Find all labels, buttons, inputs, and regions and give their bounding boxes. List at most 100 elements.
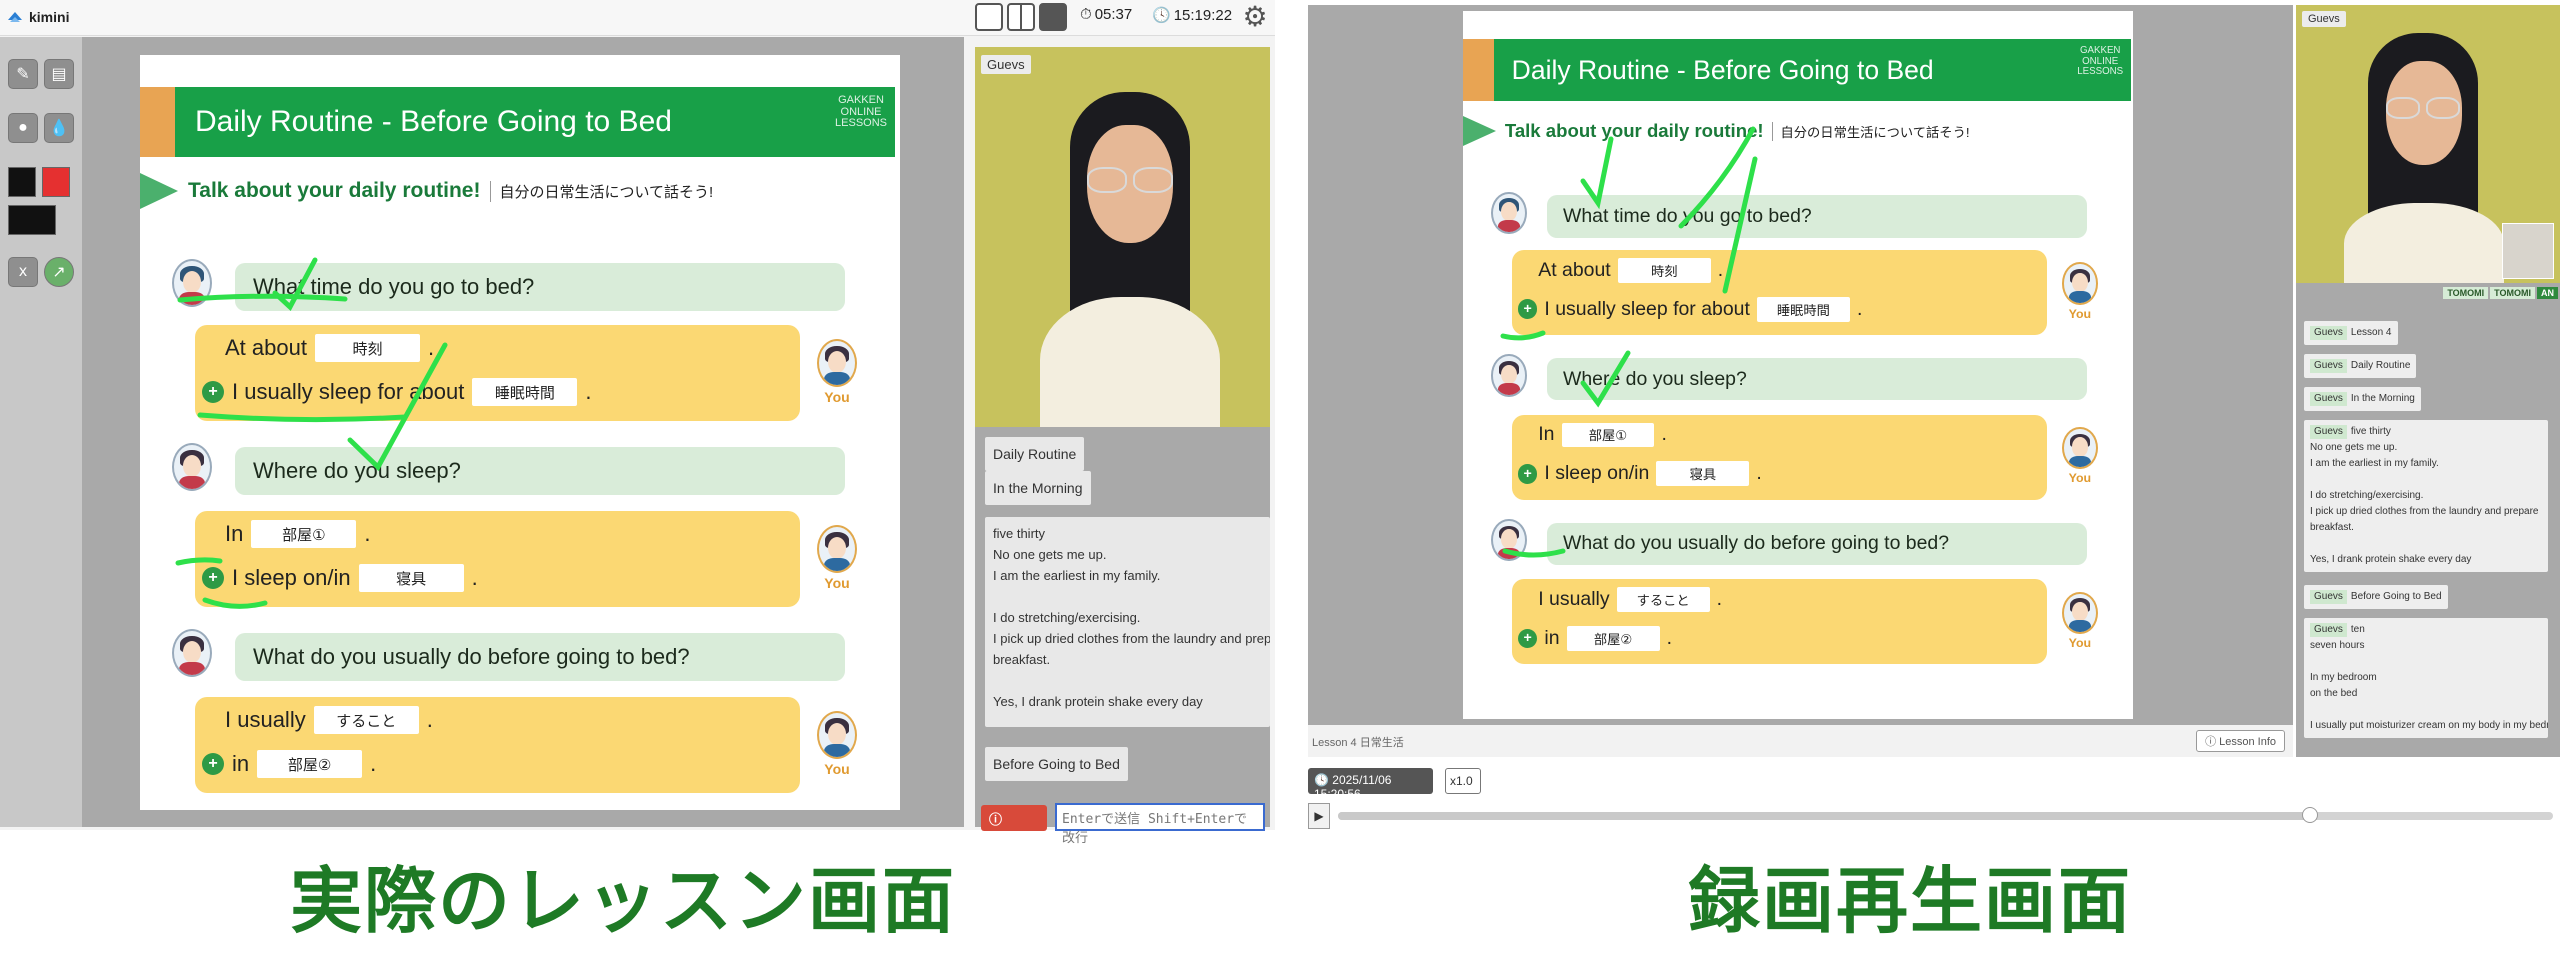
- answer-blank: すること: [313, 706, 419, 734]
- answer-period: .: [1716, 588, 1723, 610]
- gear-icon[interactable]: ⚙: [1240, 2, 1270, 32]
- lesson-header: Daily Routine - Before Going to Bed GAKK…: [1463, 39, 2132, 102]
- chat-input[interactable]: Enterで送信 Shift+Enterで改行: [1055, 803, 1265, 846]
- answer-line: + in 部屋② .: [1517, 623, 1672, 653]
- top-bar: kimini ⏱ 05:37 🕓 15:19:22 ⚙: [0, 0, 1275, 36]
- chat-line: I am the earliest in my family.: [2310, 458, 2439, 469]
- clock-time: 15:19:22: [1173, 6, 1233, 24]
- chat-message: Before Going to Bed: [985, 747, 1128, 781]
- seek-handle[interactable]: [2302, 807, 2318, 823]
- student-avatar: [817, 339, 857, 387]
- answer-period: .: [1856, 297, 1863, 320]
- brandmark-line: LESSONS: [835, 117, 887, 130]
- lesson-page: Daily Routine - Before Going to Bed GAKK…: [140, 55, 900, 810]
- answer-period: .: [1717, 258, 1724, 281]
- student-avatar: [817, 711, 857, 759]
- answer-blank: 時刻: [314, 334, 420, 362]
- person-glasses: [1133, 167, 1173, 193]
- ink-large-icon[interactable]: 💧: [44, 113, 74, 143]
- answer-line: I usually すること .: [225, 703, 433, 737]
- drawing-tool-panel: ✎ ▤ ● 💧 x ↗: [0, 37, 82, 827]
- plus-icon: +: [202, 753, 224, 775]
- marker-tool-button[interactable]: ▤: [44, 59, 74, 89]
- lesson-title-a: Daily Routine: [1511, 54, 1670, 85]
- chat-line: [2310, 702, 2542, 718]
- playback-speed-button[interactable]: x1.0: [1445, 768, 1481, 794]
- question-text: What time do you go to bed?: [253, 274, 535, 299]
- color-picker-dropdown[interactable]: [8, 205, 56, 235]
- chat-sender-tag: Guevs: [2310, 326, 2347, 340]
- pointer-arrow-button[interactable]: ↗: [44, 257, 74, 287]
- lesson-material-area: Daily Routine - Before Going to Bed GAKK…: [1308, 5, 2293, 725]
- seek-progress: [1338, 812, 2310, 820]
- header-bar: Daily Routine - Before Going to Bed GAKK…: [175, 87, 895, 157]
- chat-line: I do stretching/exercising.: [993, 610, 1141, 625]
- lesson-header: Daily Routine - Before Going to Bed GAKK…: [140, 87, 895, 157]
- answer-period: .: [585, 379, 592, 404]
- header-tab: [140, 87, 175, 157]
- header-tab: [1463, 39, 1494, 102]
- answer-text: I sleep on/in: [232, 565, 351, 590]
- chat-line: five thirty: [2350, 426, 2391, 437]
- answer-period: .: [364, 521, 371, 546]
- question-text: What time do you go to bed?: [1562, 204, 1812, 227]
- chat-message: Guevs Before Going to Bed: [2304, 585, 2448, 609]
- teacher-thumbnail: [2502, 223, 2554, 279]
- you-label: You: [2068, 471, 2092, 486]
- chat-line: I do stretching/exercising.: [2310, 490, 2424, 501]
- question-text: What do you usually do before going to b…: [1562, 532, 1950, 555]
- chat-message: Guevs Daily Routine: [2304, 354, 2417, 378]
- seek-bar[interactable]: [1338, 807, 2553, 823]
- brandmark-line: GAKKEN: [838, 94, 884, 106]
- answer-blank: 部屋②: [257, 750, 363, 778]
- color-red-swatch[interactable]: [42, 167, 70, 197]
- chat-line: [2310, 472, 2542, 488]
- answer-blank: 時刻: [1617, 257, 1711, 283]
- recording-playback-screen: Daily Routine - Before Going to Bed GAKK…: [1308, 0, 2560, 835]
- playback-timestamp: 🕓 2025/11/06 15:20:56: [1308, 768, 1433, 801]
- name-tags: TOMOMI TOMOMI AN: [2443, 287, 2558, 299]
- lesson-info-button[interactable]: ⓘ Lesson Info: [2196, 730, 2285, 752]
- answer-period: .: [1756, 462, 1762, 485]
- clear-button[interactable]: x: [8, 257, 38, 287]
- layout-split-button[interactable]: [1007, 3, 1035, 31]
- lesson-title-sep: -: [1669, 54, 1694, 85]
- question-bubble: What time do you go to bed?: [1547, 195, 2087, 238]
- color-black-swatch[interactable]: [8, 167, 36, 197]
- answer-line: + in 部屋② .: [202, 747, 376, 781]
- chat-message: Guevs five thirty No one gets me up. I am t…: [2304, 420, 2548, 572]
- answer-text: In: [1538, 423, 1555, 446]
- chat-line: five thirty: [993, 526, 1046, 541]
- answer-line: + I sleep on/in 寝具 .: [202, 561, 478, 595]
- you-label: You: [824, 761, 850, 777]
- subtitle-en: Talk about your daily routine!: [188, 179, 481, 202]
- answer-line: At about 時刻 .: [225, 331, 434, 365]
- answer-period: .: [427, 335, 435, 360]
- student-camera: Guevs: [975, 47, 1270, 427]
- lesson-title-b: Before Going to Bed: [1693, 54, 1934, 85]
- chat-line: I pick up dried clothes from the laundry…: [993, 631, 1270, 646]
- chat-line: I pick up dried clothes from the laundry…: [2310, 506, 2539, 517]
- live-lesson-screen: kimini ⏱ 05:37 🕓 15:19:22 ⚙ ✎ ▤ ● 💧 x ↗ …: [0, 0, 1275, 846]
- question-text: What do you usually do before going to b…: [253, 644, 690, 669]
- chat-message: five thirty No one gets me up. I am the ea…: [985, 517, 1270, 727]
- lesson-material-area: Daily Routine - Before Going to Bed GAKK…: [82, 37, 964, 827]
- lesson-title-sep: -: [373, 105, 401, 138]
- ink-small-icon[interactable]: ●: [8, 113, 38, 143]
- lesson-title-b: Before Going to Bed: [400, 105, 672, 138]
- play-button[interactable]: ▶: [1308, 803, 1330, 829]
- answer-line: + I usually sleep for about 睡眠時間 .: [1517, 294, 1863, 324]
- you-label: You: [824, 575, 850, 591]
- chat-line: No one gets me up.: [2310, 442, 2398, 453]
- layout-single-button[interactable]: [975, 3, 1003, 31]
- subtitle-arrow-icon: [1463, 116, 1496, 147]
- layout-side-video-button[interactable]: [1039, 3, 1067, 31]
- name-tag: TOMOMI: [2443, 287, 2489, 299]
- answer-blank: 部屋①: [1561, 422, 1655, 448]
- help-button[interactable]: ⓘ HELP: [981, 805, 1047, 843]
- plus-icon: +: [202, 381, 224, 403]
- answer-line: + I usually sleep for about 睡眠時間 .: [202, 375, 592, 409]
- question-bubble: What time do you go to bed?: [235, 263, 845, 311]
- answer-text: I usually sleep for about: [1544, 297, 1750, 320]
- pen-tool-button[interactable]: ✎: [8, 59, 38, 89]
